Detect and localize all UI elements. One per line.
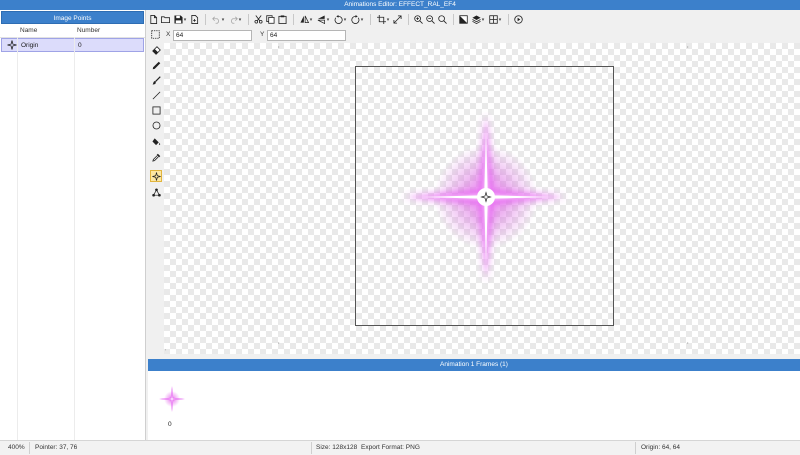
x-label: X [166, 31, 171, 38]
brush-icon[interactable] [150, 74, 162, 86]
sprite-canvas[interactable]: • • • • ‹ [164, 43, 800, 354]
selection-icon[interactable] [151, 30, 160, 41]
toolbar-separator [370, 14, 371, 25]
image-points-panel: Image Points Name Number Origin 0 [0, 10, 146, 440]
layers-icon[interactable] [470, 13, 486, 26]
x-input[interactable] [173, 30, 252, 41]
grid-icon[interactable] [487, 13, 503, 26]
resize-icon[interactable] [392, 13, 403, 26]
status-divider [29, 442, 30, 454]
origin-point-icon[interactable] [150, 170, 162, 182]
undo-icon[interactable] [210, 13, 226, 26]
toolbar-separator [508, 14, 509, 25]
coordinate-bar: X Y [148, 29, 800, 42]
frame-thumbnail[interactable] [158, 385, 186, 413]
zoom-out-icon[interactable] [425, 13, 436, 26]
eyedropper-icon[interactable] [150, 151, 162, 163]
window-title: Animations Editor: EFFECT_RAL_EF4 [0, 0, 800, 10]
zoom-level: 400% [8, 444, 25, 451]
column-header-name[interactable]: Name [20, 27, 37, 34]
status-divider [635, 442, 636, 454]
image-points-column-headers: Name Number [0, 24, 145, 38]
play-icon[interactable] [513, 13, 524, 26]
save-icon[interactable] [172, 13, 188, 26]
pointer-position: Pointer: 37, 76 [35, 444, 78, 451]
pencil-icon[interactable] [150, 59, 162, 71]
image-points-header: Image Points [1, 11, 144, 24]
status-divider [311, 442, 312, 454]
column-header-number[interactable]: Number [77, 27, 100, 34]
grid-divider [74, 37, 75, 440]
ruler-marker: • [278, 44, 280, 49]
copy-icon[interactable] [265, 13, 276, 26]
zoom-reset-icon[interactable] [437, 13, 448, 26]
export-icon[interactable] [189, 13, 200, 26]
sparkle-sprite [403, 114, 566, 281]
grid-divider [17, 37, 18, 440]
ruler-marker: • [278, 340, 280, 345]
toolbar-separator [408, 14, 409, 25]
ellipse-icon[interactable] [150, 119, 162, 131]
point-number-cell: 0 [78, 42, 82, 49]
sprite-frame[interactable] [355, 66, 614, 326]
toolbar-separator [205, 14, 206, 25]
image-size: Size: 128x128 [316, 444, 358, 451]
background-icon[interactable] [458, 13, 469, 26]
open-folder-icon[interactable] [160, 13, 171, 26]
point-name-cell: Origin [21, 42, 39, 49]
paste-icon[interactable] [277, 13, 288, 26]
frame-number: 0 [168, 421, 172, 428]
rotate-right-icon[interactable] [349, 13, 365, 26]
line-icon[interactable] [150, 89, 162, 101]
rotate-left-icon[interactable] [332, 13, 348, 26]
origin-point-icon [7, 40, 17, 50]
ruler-marker: ‹ [165, 347, 167, 352]
toolbar-separator [293, 14, 294, 25]
crop-icon[interactable] [375, 13, 391, 26]
toolbar-separator [453, 14, 454, 25]
redo-icon[interactable] [227, 13, 243, 26]
y-input[interactable] [267, 30, 346, 41]
eraser-icon[interactable] [150, 44, 162, 56]
new-file-icon[interactable] [148, 13, 159, 26]
fill-icon[interactable] [150, 135, 162, 147]
cut-icon[interactable] [253, 13, 264, 26]
rectangle-icon[interactable] [150, 104, 162, 116]
export-format: Export Format: PNG [361, 444, 420, 451]
y-label: Y [260, 31, 265, 38]
origin-position: Origin: 64, 64 [641, 444, 681, 451]
toolbar-separator [248, 14, 249, 25]
frames-strip: 0 [148, 371, 800, 440]
flip-vertical-icon[interactable] [315, 13, 331, 26]
frames-header: Animation 1 Frames (1) [148, 359, 800, 371]
drawing-tools [148, 43, 164, 353]
ruler-marker: • [687, 44, 689, 49]
zoom-in-icon[interactable] [413, 13, 424, 26]
status-bar: 400% Pointer: 37, 76 Size: 128x128 Expor… [0, 440, 800, 455]
table-row[interactable]: Origin 0 [1, 38, 144, 52]
main-toolbar [148, 11, 800, 28]
flip-horizontal-icon[interactable] [298, 13, 314, 26]
points-icon[interactable] [150, 186, 162, 198]
ruler-marker: • [687, 340, 689, 345]
